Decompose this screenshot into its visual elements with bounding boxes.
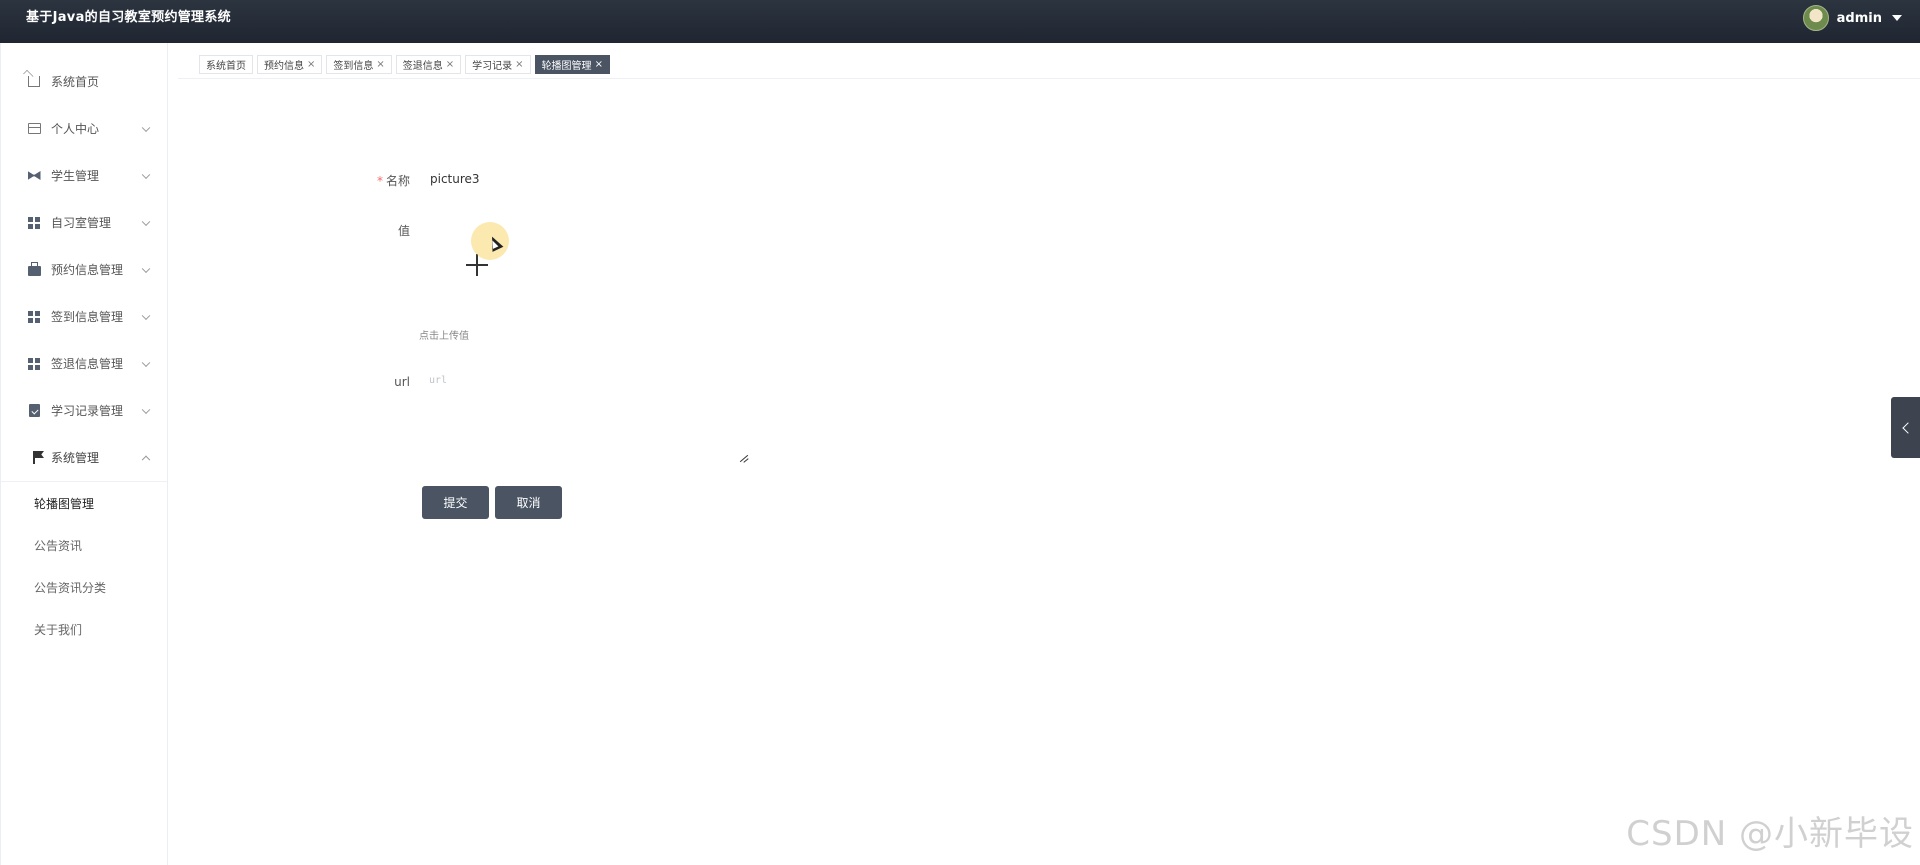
chevron-down-icon [141,405,151,414]
grid-icon [27,310,41,324]
sidebar-subitem-announcement-categories[interactable]: 公告资讯分类 [1,566,167,608]
name-field[interactable]: picture3 [430,172,480,186]
sidebar-item-sign-in[interactable]: 签到信息管理 [1,293,167,340]
sidebar-item-personal-center[interactable]: 个人中心 [1,105,167,152]
bag-icon [27,262,41,277]
user-name[interactable]: admin [1837,11,1882,26]
chevron-down-icon [141,217,151,226]
sidebar-item-label: 预约信息管理 [51,263,124,277]
sidebar-item-label: 系统管理 [51,451,100,465]
close-icon[interactable]: × [307,59,315,70]
tab-carousel[interactable]: 轮播图管理 × [534,55,610,74]
tab-home[interactable]: 系统首页 [199,55,253,74]
bowtie-icon [27,169,41,183]
tab-study-records[interactable]: 学习记录 × [465,55,531,74]
name-label: * 名称 [330,172,410,189]
name-label-text: 名称 [385,174,410,188]
grid-icon [27,357,41,371]
chevron-down-icon [141,264,151,273]
chevron-down-icon [141,311,151,320]
top-header: 基于Java的自习教室预约管理系统 admin [0,0,1920,43]
sidebar-subitem-announcements[interactable]: 公告资讯 [1,524,167,566]
sidebar-item-label: 学习记录管理 [51,404,124,418]
cancel-button[interactable]: 取消 [495,486,562,519]
tab-label: 系统首页 [206,61,246,72]
sidebar-item-study-rooms[interactable]: 自习室管理 [1,199,167,246]
avatar[interactable] [1802,5,1829,31]
value-label: 值 [397,224,410,238]
chevron-up-icon [141,455,151,464]
sidebar-item-students[interactable]: 学生管理 [1,152,167,199]
tab-label: 预约信息 [264,61,304,72]
sidebar-item-home[interactable]: 系统首页 [1,58,167,105]
submit-button[interactable]: 提交 [422,486,489,519]
url-textarea[interactable] [423,371,753,465]
plus-icon-vertical[interactable] [476,254,478,276]
panel-toggle-button[interactable] [1891,397,1920,458]
sidebar-item-label: 自习室管理 [51,216,112,230]
upload-tip: 点击上传值 [419,331,469,342]
tab-sign-out[interactable]: 签退信息 × [395,55,462,74]
chevron-left-icon [1901,421,1914,434]
close-icon[interactable]: × [446,59,454,70]
sidebar-subitem-about-us[interactable]: 关于我们 [1,608,167,650]
close-icon[interactable]: × [515,59,523,70]
sidebar-item-sign-out[interactable]: 签退信息管理 [1,340,167,387]
chevron-down-icon [141,170,151,179]
chevron-down-icon [141,358,151,367]
sidebar-item-label: 签到信息管理 [51,310,124,324]
tab-bar: 系统首页 预约信息 × 签到信息 × 签退信息 × 学习记录 × 轮播图管理 × [199,55,610,75]
tab-label: 轮播图管理 [541,61,592,72]
close-icon[interactable]: × [376,59,384,70]
sidebar-item-reservations[interactable]: 预约信息管理 [1,246,167,293]
sidebar: 系统首页 个人中心 学生管理 自习室管理 预约信息管理 签到信息管理 签退信息管… [0,43,168,865]
home-icon [27,75,41,89]
url-label: url [394,375,410,389]
tab-reservations[interactable]: 预约信息 × [257,55,323,74]
user-menu[interactable]: admin [1802,5,1902,31]
sidebar-item-label: 签退信息管理 [51,357,124,371]
card-icon [27,122,41,136]
caret-down-icon[interactable] [1892,15,1902,21]
sidebar-subitem-carousel[interactable]: 轮播图管理 [1,482,167,524]
sidebar-item-label: 学生管理 [51,169,100,183]
sidebar-item-label: 个人中心 [51,122,100,136]
watermark: CSDN @小新毕设 [1626,814,1914,854]
flag-icon [27,451,41,465]
tab-label: 学习记录 [472,61,513,72]
sidebar-item-study-records[interactable]: 学习记录管理 [1,387,167,434]
tab-bar-divider [178,78,1920,79]
app-title: 基于Java的自习教室预约管理系统 [26,10,231,25]
tab-sign-in[interactable]: 签到信息 × [326,55,392,74]
chevron-down-icon [141,123,151,132]
clipboard-icon [27,404,41,418]
required-mark: * [376,174,383,188]
sidebar-item-label: 系统首页 [51,75,100,89]
resize-handle-icon[interactable] [738,452,750,462]
close-icon[interactable]: × [595,59,603,70]
tab-label: 签退信息 [402,61,443,72]
sidebar-item-system[interactable]: 系统管理 [1,434,167,481]
grid-icon [27,216,41,230]
tab-label: 签到信息 [333,61,374,72]
